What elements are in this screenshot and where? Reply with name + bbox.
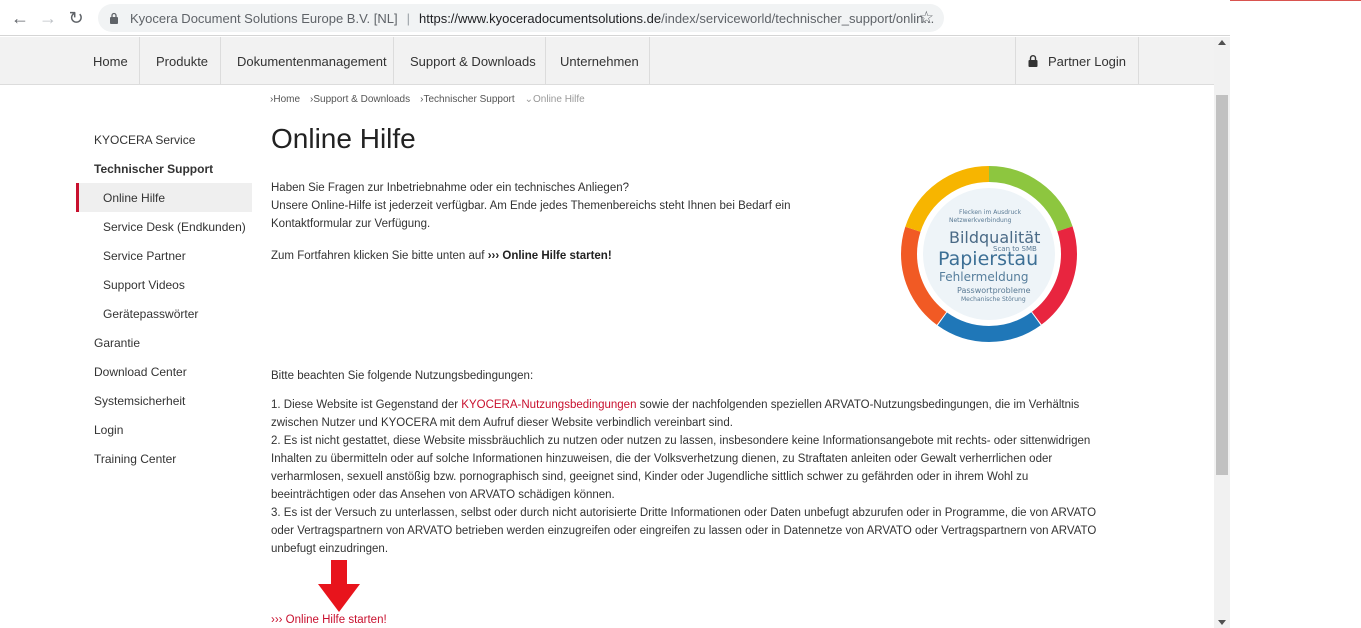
sidebar-item-geraetepasswoerter[interactable]: Gerätepasswörter xyxy=(76,299,252,328)
site-identity: Kyocera Document Solutions Europe B.V. [… xyxy=(130,10,398,26)
terms-item-2: 2. Es ist nicht gestattet, diese Website… xyxy=(271,435,1091,501)
terms-1-start: 1. Diese Website ist Gegenstand der xyxy=(271,399,459,411)
intro-text: Haben Sie Fragen zur Inbetriebnahme oder… xyxy=(271,179,841,233)
padlock-icon xyxy=(1028,55,1038,67)
nav-dokumentenmanagement[interactable]: Dokumentenmanagement xyxy=(237,37,387,85)
sidebar-item-service-desk[interactable]: Service Desk (Endkunden) xyxy=(76,212,252,241)
sidebar-item-online-hilfe[interactable]: Online Hilfe xyxy=(76,183,252,212)
terms-heading: Bitte beachten Sie folgende Nutzungsbedi… xyxy=(271,370,534,382)
intro-line-2: Unsere Online-Hilfe ist jederzeit verfüg… xyxy=(271,200,791,230)
sidebar-item-kyocera-service[interactable]: KYOCERA Service xyxy=(76,125,252,154)
partner-login-label: Partner Login xyxy=(1047,53,1127,69)
url-path: /index/serviceworld/technischer_support/… xyxy=(661,10,935,26)
breadcrumb-label: Online Hilfe xyxy=(533,94,585,105)
sidebar-item-support-videos[interactable]: Support Videos xyxy=(76,270,252,299)
word-flecken: Flecken im Ausdruck xyxy=(959,209,1022,216)
intro-line-1: Haben Sie Fragen zur Inbetriebnahme oder… xyxy=(271,182,630,194)
sidebar-item-login[interactable]: Login xyxy=(76,415,252,444)
nav-divider xyxy=(220,37,221,85)
sidebar-item-technischer-support[interactable]: Technischer Support xyxy=(76,154,252,183)
page-viewport: Home Produkte Dokumentenmanagement Suppo… xyxy=(0,37,1230,628)
word-papierstau: Papierstau xyxy=(938,248,1039,270)
breadcrumb-label: Support & Downloads xyxy=(313,94,411,105)
secure-lock-icon xyxy=(110,12,118,24)
nav-home[interactable]: Home xyxy=(93,37,128,85)
nav-divider xyxy=(545,37,546,85)
sidebar-item-systemsicherheit[interactable]: Systemsicherheit xyxy=(76,386,252,415)
word-passwort: Passwortprobleme xyxy=(957,286,1031,295)
page-title: Online Hilfe xyxy=(271,123,416,154)
sidebar-item-download-center[interactable]: Download Center xyxy=(76,357,252,386)
breadcrumb-home[interactable]: ›Home xyxy=(270,94,300,105)
nav-support-downloads[interactable]: Support & Downloads xyxy=(410,37,536,85)
omnibox-separator: | xyxy=(406,10,411,26)
sidebar-item-service-partner[interactable]: Service Partner xyxy=(76,241,252,270)
wordcloud-words: Flecken im Ausdruck Netzwerkverbindung B… xyxy=(901,166,1077,342)
word-fehlermeldung: Fehlermeldung xyxy=(939,270,1029,284)
url-text: https://www.kyoceradocumentsolutions.de/… xyxy=(419,11,939,26)
breadcrumb-support-downloads[interactable]: ›Support & Downloads xyxy=(310,94,410,105)
url-host: https://www.kyoceradocumentsolutions.de xyxy=(419,10,662,26)
breadcrumb-label: Technischer Support xyxy=(423,94,515,105)
main-navigation: Home Produkte Dokumentenmanagement Suppo… xyxy=(0,37,1214,85)
terms-item-1: 1. Diese Website ist Gegenstand der KYOC… xyxy=(271,396,1105,432)
breadcrumb-technischer-support[interactable]: ›Technischer Support xyxy=(420,94,515,105)
cta-instruction: Zum Fortfahren klicken Sie bitte unten a… xyxy=(271,250,612,262)
page-scrollbar[interactable] xyxy=(1214,37,1230,628)
word-netzwerk: Netzwerkverbindung xyxy=(949,217,1012,224)
terms-item-3: 3. Es ist der Versuch zu unterlassen, se… xyxy=(271,507,1097,555)
scroll-down-arrow-icon[interactable] xyxy=(1218,620,1226,625)
forward-icon[interactable]: → xyxy=(36,6,60,30)
sidebar: KYOCERA Service Technischer Support Onli… xyxy=(76,125,252,473)
cta-prefix: Zum Fortfahren klicken Sie bitte unten a… xyxy=(271,250,485,262)
empty-right-area xyxy=(1230,1,1361,628)
back-icon[interactable]: ← xyxy=(8,6,32,30)
bookmark-star-icon[interactable]: ☆ xyxy=(919,8,934,28)
kyocera-nutzungsbedingungen-link[interactable]: KYOCERA-Nutzungsbedingungen xyxy=(461,399,636,411)
reload-icon[interactable]: ↻ xyxy=(64,6,88,30)
breadcrumb: ›Home ›Support & Downloads ›Technischer … xyxy=(270,94,585,105)
scroll-thumb[interactable] xyxy=(1216,95,1228,475)
browser-toolbar: ← → ↻ Kyocera Document Solutions Europe … xyxy=(0,0,1230,36)
breadcrumb-label: Home xyxy=(273,94,301,105)
sidebar-item-garantie[interactable]: Garantie xyxy=(76,328,252,357)
scroll-up-arrow-icon[interactable] xyxy=(1218,40,1226,45)
nav-divider xyxy=(393,37,394,85)
breadcrumb-current: ⌄Online Hilfe xyxy=(524,94,585,105)
terms-text: 1. Diese Website ist Gegenstand der KYOC… xyxy=(271,396,1105,558)
sidebar-item-training-center[interactable]: Training Center xyxy=(76,444,252,473)
online-hilfe-starten-link[interactable]: ››› Online Hilfe starten! xyxy=(271,614,387,626)
nav-divider xyxy=(139,37,140,85)
nav-produkte[interactable]: Produkte xyxy=(156,37,208,85)
partner-login-button[interactable]: Partner Login xyxy=(1015,37,1139,85)
word-mechanische: Mechanische Störung xyxy=(961,296,1026,303)
online-hilfe-inline-link[interactable]: ››› Online Hilfe starten! xyxy=(488,250,612,262)
nav-unternehmen[interactable]: Unternehmen xyxy=(560,37,639,85)
nav-divider xyxy=(649,37,650,85)
address-bar[interactable]: Kyocera Document Solutions Europe B.V. [… xyxy=(98,4,944,32)
down-arrow-annotation-icon xyxy=(318,560,360,612)
wordcloud-image: Flecken im Ausdruck Netzwerkverbindung B… xyxy=(901,166,1077,342)
